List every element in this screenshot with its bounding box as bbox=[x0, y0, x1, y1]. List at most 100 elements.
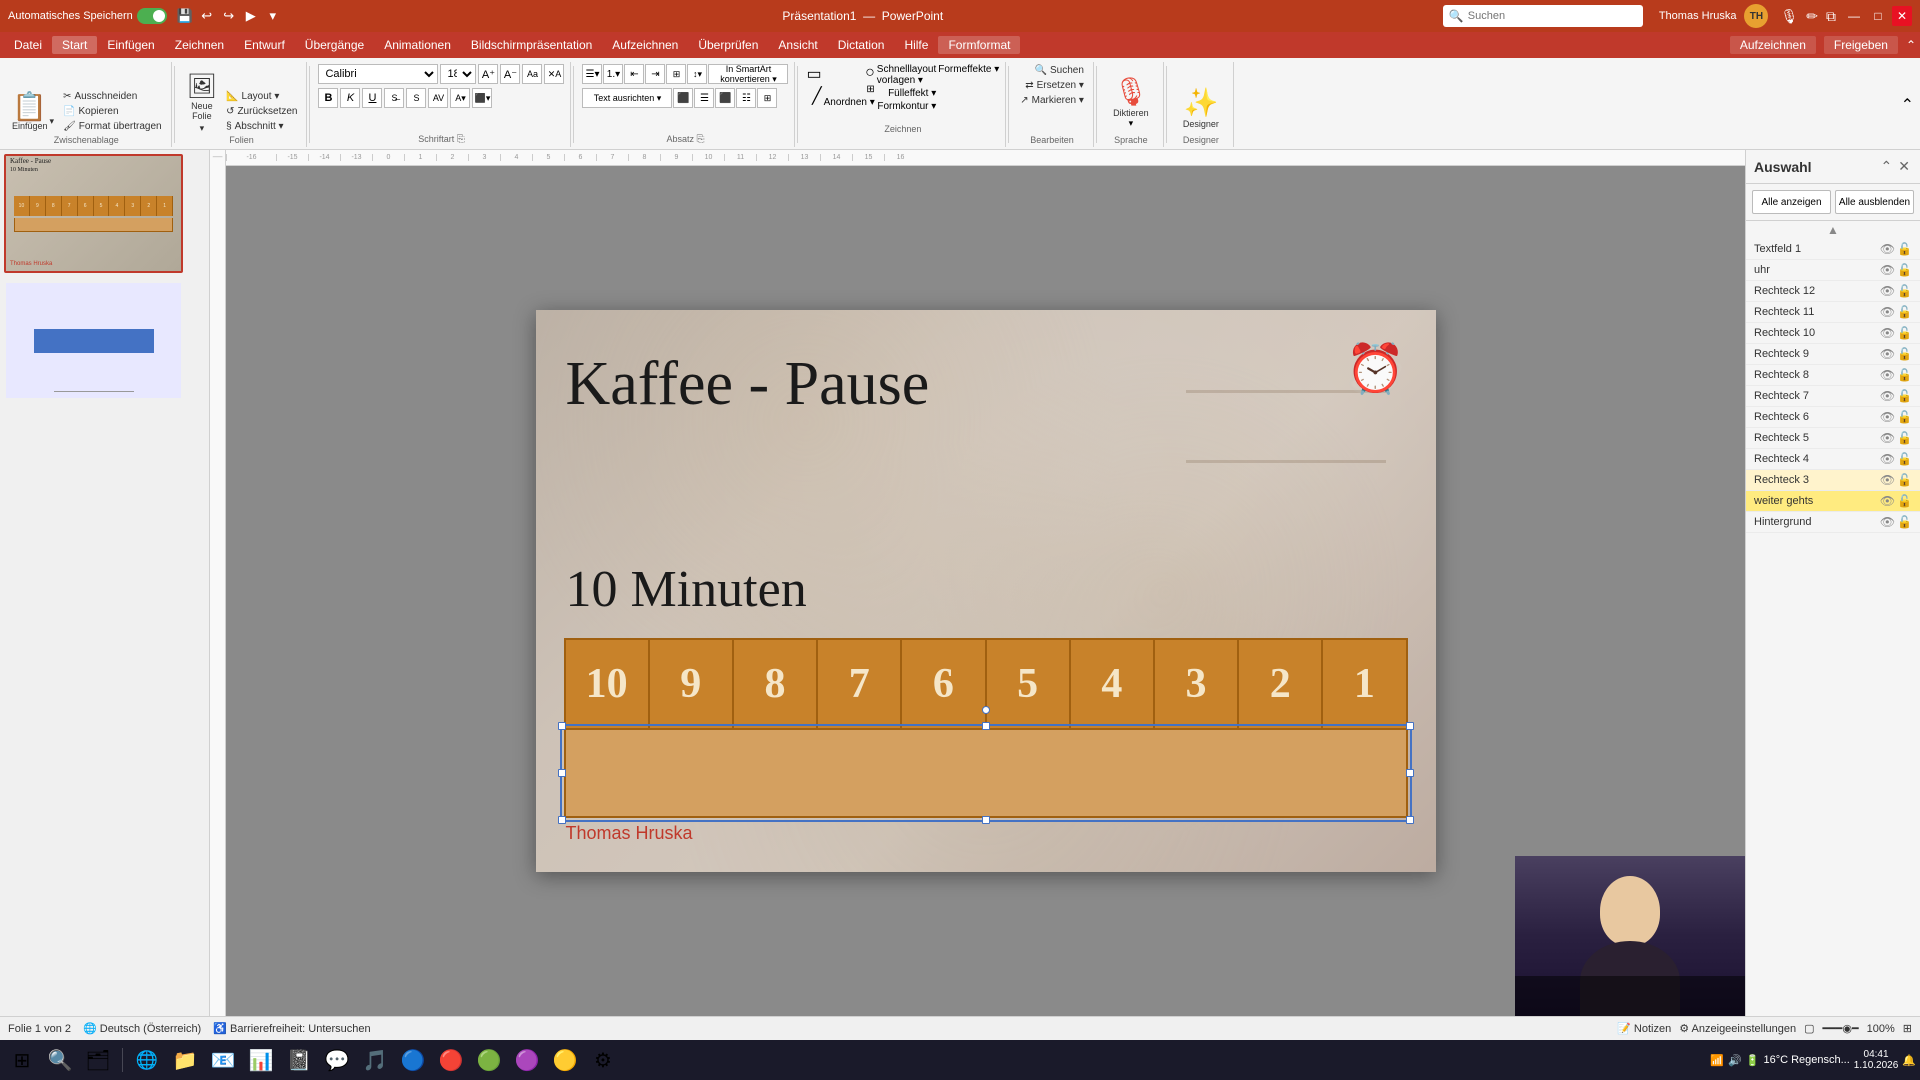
menu-start[interactable]: Start bbox=[52, 36, 97, 54]
taskbar-clock[interactable]: 04:41 1.10.2026 bbox=[1854, 1049, 1899, 1071]
lock-icon-4[interactable]: 🔓 bbox=[1897, 305, 1912, 319]
layer-rechteck6[interactable]: Rechteck 6 👁 🔓 bbox=[1746, 407, 1920, 428]
ausschneiden-button[interactable]: ✂ Ausschneiden bbox=[60, 90, 165, 103]
menu-dictation[interactable]: Dictation bbox=[828, 36, 895, 54]
visibility-icon-2[interactable]: 👁 bbox=[1880, 263, 1895, 277]
layer-rechteck8[interactable]: Rechteck 8 👁 🔓 bbox=[1746, 365, 1920, 386]
app-icon-5[interactable]: 🟡 bbox=[547, 1042, 583, 1078]
kopieren-button[interactable]: 📄 Kopieren bbox=[60, 105, 165, 118]
dropdown-icon[interactable]: ▾ bbox=[263, 6, 283, 26]
search-input[interactable] bbox=[1468, 10, 1637, 22]
visibility-icon-5[interactable]: 👁 bbox=[1880, 326, 1895, 340]
view-normal-icon[interactable]: ▢ bbox=[1804, 1022, 1814, 1035]
mail-icon[interactable]: 📧 bbox=[205, 1042, 241, 1078]
lock-icon-3[interactable]: 🔓 bbox=[1897, 284, 1912, 298]
collapse-ribbon-icon[interactable]: ⌃ bbox=[1906, 38, 1916, 52]
increase-indent-button[interactable]: ⇥ bbox=[645, 64, 665, 84]
ersetzen-button[interactable]: ⇄ Ersetzen ▾ bbox=[1022, 79, 1087, 92]
hide-all-button[interactable]: Alle ausblenden bbox=[1835, 190, 1914, 214]
menu-animationen[interactable]: Animationen bbox=[374, 36, 461, 54]
col-count-button[interactable]: ⊞ bbox=[757, 88, 777, 108]
shape-rect-icon[interactable]: ▭ bbox=[806, 64, 821, 84]
lock-icon-9[interactable]: 🔓 bbox=[1897, 410, 1912, 424]
search-taskbar-icon[interactable]: 🔍 bbox=[42, 1042, 78, 1078]
teams-icon[interactable]: 💬 bbox=[319, 1042, 355, 1078]
diktieren-chevron[interactable]: ▾ bbox=[1129, 118, 1134, 129]
font-color-button[interactable]: A▾ bbox=[450, 88, 470, 108]
lock-icon-6[interactable]: 🔓 bbox=[1897, 347, 1912, 361]
fit-button[interactable]: ⊞ bbox=[1903, 1022, 1912, 1035]
align-center-button[interactable]: ☰ bbox=[694, 88, 714, 108]
font-case-button[interactable]: Aa bbox=[522, 64, 542, 84]
undo-icon[interactable]: ↩ bbox=[197, 6, 217, 26]
list-unordered-button[interactable]: ☰▾ bbox=[582, 64, 602, 84]
format-uebertragen-button[interactable]: 🖌 Format übertragen bbox=[60, 120, 165, 133]
layer-textfeld1[interactable]: Textfeld 1 👁 🔓 bbox=[1746, 239, 1920, 260]
layer-rechteck11[interactable]: Rechteck 11 👁 🔓 bbox=[1746, 302, 1920, 323]
spotify-icon[interactable]: 🎵 bbox=[357, 1042, 393, 1078]
menu-datei[interactable]: Datei bbox=[4, 36, 52, 54]
layer-rechteck12[interactable]: Rechteck 12 👁 🔓 bbox=[1746, 281, 1920, 302]
app-icon-2[interactable]: 🔴 bbox=[433, 1042, 469, 1078]
close-button[interactable]: ✕ bbox=[1892, 6, 1912, 26]
lock-icon-12[interactable]: 🔓 bbox=[1897, 473, 1912, 487]
font-decrease-button[interactable]: A⁻ bbox=[500, 64, 520, 84]
freigeben-button[interactable]: Freigeben bbox=[1824, 36, 1898, 54]
formkontur-button[interactable]: Formkontur ▾ bbox=[877, 101, 936, 112]
wifi-icon[interactable]: 📶 bbox=[1710, 1054, 1724, 1067]
anordnen-button[interactable]: Anordnen ▾ bbox=[824, 97, 875, 108]
einfuegen-chevron[interactable]: ▾ bbox=[50, 116, 55, 127]
slide-thumb-2[interactable] bbox=[4, 281, 183, 400]
canvas-area[interactable]: -16 -15 -14 -13 0 1 2 3 4 5 6 7 8 9 10 1… bbox=[226, 150, 1745, 1016]
slide-thumb-1[interactable]: Kaffee - Pause10 Minuten 10 9 8 7 6 5 4 … bbox=[4, 154, 183, 273]
layer-rechteck9[interactable]: Rechteck 9 👁 🔓 bbox=[1746, 344, 1920, 365]
justify-button[interactable]: ☷ bbox=[736, 88, 756, 108]
aufzeichnen-button[interactable]: Aufzeichnen bbox=[1730, 36, 1816, 54]
accessibility-status[interactable]: ♿ Barrierefreiheit: Untersuchen bbox=[213, 1022, 370, 1035]
visibility-icon-11[interactable]: 👁 bbox=[1880, 452, 1895, 466]
strikethrough-button[interactable]: S̶ bbox=[384, 88, 404, 108]
layer-rechteck4[interactable]: Rechteck 4 👁 🔓 bbox=[1746, 449, 1920, 470]
panel-expand-icon[interactable]: ⌃ bbox=[1879, 156, 1895, 177]
app-icon-6[interactable]: ⚙ bbox=[585, 1042, 621, 1078]
list-ordered-button[interactable]: 1.▾ bbox=[603, 64, 623, 84]
autosave-switch[interactable] bbox=[137, 8, 167, 24]
neue-folie-chevron[interactable]: ▾ bbox=[200, 123, 205, 134]
text-ausrichten-button[interactable]: Text ausrichten ▾ bbox=[582, 88, 672, 108]
lock-icon-7[interactable]: 🔓 bbox=[1897, 368, 1912, 382]
timer-container[interactable]: 10 9 8 7 6 5 4 3 2 1 bbox=[564, 638, 1408, 818]
search-box[interactable]: 🔍 bbox=[1443, 5, 1643, 27]
font-size-select[interactable]: 18 bbox=[440, 64, 476, 84]
minimize-button[interactable]: — bbox=[1844, 6, 1864, 26]
windows-icon[interactable]: ⊞ bbox=[4, 1042, 40, 1078]
panel-scroll-up[interactable]: ▲ bbox=[1746, 221, 1920, 239]
visibility-icon-6[interactable]: 👁 bbox=[1880, 347, 1895, 361]
layer-hintergrund[interactable]: Hintergrund 👁 🔓 bbox=[1746, 512, 1920, 533]
menu-einfuegen[interactable]: Einfügen bbox=[97, 36, 164, 54]
clear-format-button[interactable]: ✕A bbox=[544, 64, 564, 84]
formeffekte-button[interactable]: Formeffekte ▾ bbox=[938, 64, 999, 75]
menu-bildschirm[interactable]: Bildschirmpräsentation bbox=[461, 36, 602, 54]
visibility-icon-4[interactable]: 👁 bbox=[1880, 305, 1895, 319]
italic-button[interactable]: K bbox=[340, 88, 360, 108]
layer-rechteck7[interactable]: Rechteck 7 👁 🔓 bbox=[1746, 386, 1920, 407]
panel-close-icon[interactable]: ✕ bbox=[1896, 156, 1912, 177]
visibility-icon-9[interactable]: 👁 bbox=[1880, 410, 1895, 424]
onenote-icon[interactable]: 📓 bbox=[281, 1042, 317, 1078]
underline-button[interactable]: U bbox=[362, 88, 382, 108]
formeffekt-button[interactable]: Fülleffekt ▾ bbox=[888, 88, 936, 99]
maximize-button[interactable]: □ bbox=[1868, 6, 1888, 26]
char-spacing-button[interactable]: AV bbox=[428, 88, 448, 108]
show-all-button[interactable]: Alle anzeigen bbox=[1752, 190, 1831, 214]
highlight-button[interactable]: ⬛▾ bbox=[472, 88, 492, 108]
align-left-button[interactable]: ⬛ bbox=[673, 88, 693, 108]
taskview-icon[interactable]: 🗂 bbox=[80, 1042, 116, 1078]
shape-circle-icon[interactable]: ○ bbox=[865, 64, 875, 82]
visibility-icon-10[interactable]: 👁 bbox=[1880, 431, 1895, 445]
save-icon[interactable]: 💾 bbox=[175, 6, 195, 26]
zoom-slider[interactable]: ━━━◉━ bbox=[1823, 1022, 1859, 1035]
layer-rechteck10[interactable]: Rechteck 10 👁 🔓 bbox=[1746, 323, 1920, 344]
visibility-icon-3[interactable]: 👁 bbox=[1880, 284, 1895, 298]
shape-more-icon[interactable]: ⊞ bbox=[866, 84, 874, 95]
layer-rechteck5[interactable]: Rechteck 5 👁 🔓 bbox=[1746, 428, 1920, 449]
